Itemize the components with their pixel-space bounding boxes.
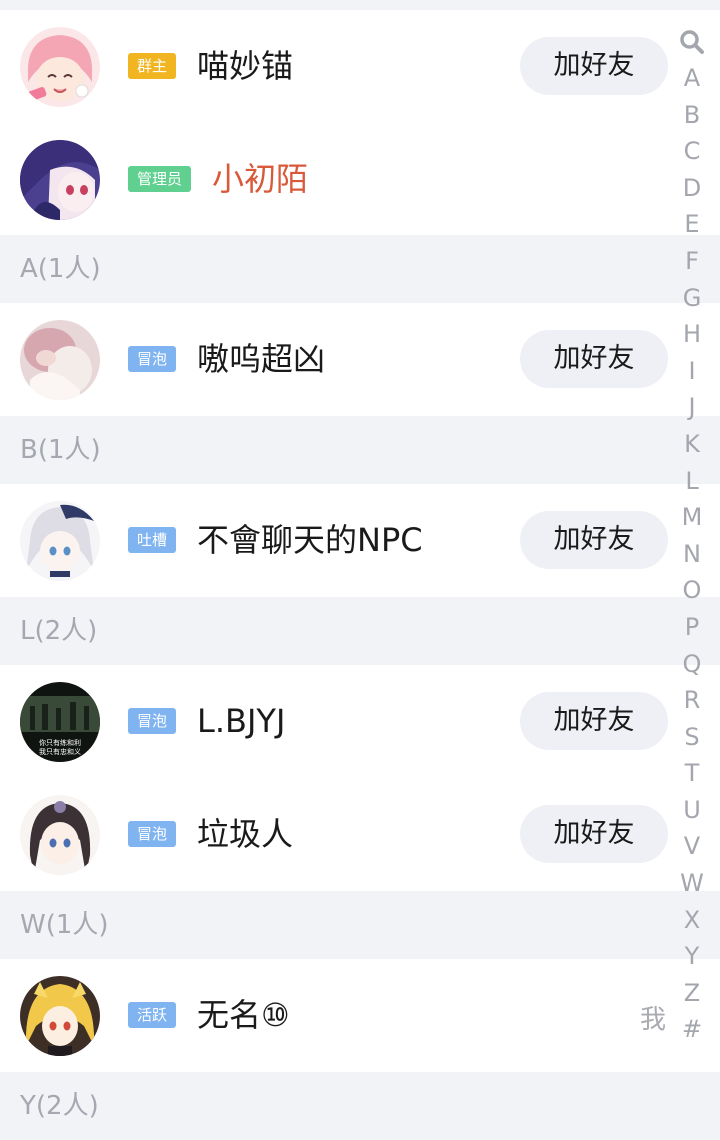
index-letter[interactable]: S — [672, 719, 712, 756]
member-name: 小初陌 — [212, 160, 309, 198]
index-letter[interactable]: B — [672, 97, 712, 134]
role-badge: 活跃 — [128, 1002, 177, 1028]
add-friend-button[interactable]: 加好友 — [520, 805, 668, 863]
section-header: L(2人) — [0, 597, 720, 665]
index-letter[interactable]: N — [672, 536, 712, 573]
index-letter[interactable]: E — [672, 206, 712, 243]
section-header: W(1人) — [0, 891, 720, 959]
avatar[interactable] — [20, 140, 100, 220]
index-letter[interactable]: A — [672, 60, 712, 97]
member-name: 垃圾人 — [197, 815, 294, 853]
index-letter[interactable]: R — [672, 682, 712, 719]
section-header: A(1人) — [0, 235, 720, 303]
search-icon[interactable] — [672, 24, 712, 60]
index-letter[interactable]: # — [672, 1011, 712, 1048]
role-badge: 冒泡 — [128, 708, 177, 734]
index-letter[interactable]: J — [672, 389, 712, 426]
avatar[interactable] — [20, 795, 100, 875]
avatar[interactable]: 你只有练和利 我只有忠和义 — [20, 682, 100, 762]
member-row[interactable]: 群主 喵妙锚 加好友 — [0, 10, 720, 123]
member-row[interactable]: 吐槽 不會聊天的NPC 加好友 — [0, 484, 720, 597]
index-letter[interactable]: C — [672, 133, 712, 170]
member-name: 不會聊天的NPC — [197, 521, 423, 559]
member-row[interactable]: 冒泡 嗷呜超凶 加好友 — [0, 303, 720, 416]
section-header: B(1人) — [0, 416, 720, 484]
index-letter[interactable]: U — [672, 792, 712, 829]
section-header: Y(2人) — [0, 1072, 720, 1140]
avatar-caption: 我只有忠和义 — [39, 747, 81, 756]
member-name: 喵妙锚 — [197, 47, 294, 85]
member-row[interactable]: 你只有练和利 我只有忠和义 冒泡 L.BJYJ 加好友 — [0, 665, 720, 778]
role-badge: 冒泡 — [128, 346, 177, 372]
index-letter[interactable]: M — [672, 499, 712, 536]
role-badge: 吐槽 — [128, 527, 177, 553]
index-letter[interactable]: X — [672, 902, 712, 939]
index-letter[interactable]: Q — [672, 646, 712, 683]
index-letter[interactable]: H — [672, 316, 712, 353]
index-letter[interactable]: G — [672, 280, 712, 317]
member-row[interactable]: 管理员 小初陌 — [0, 123, 720, 235]
role-badge: 群主 — [128, 53, 177, 79]
add-friend-button[interactable]: 加好友 — [520, 511, 668, 569]
index-letter[interactable]: T — [672, 755, 712, 792]
index-letter[interactable]: L — [672, 463, 712, 500]
avatar[interactable] — [20, 976, 100, 1056]
index-letter[interactable]: W — [672, 865, 712, 902]
alphabet-index[interactable]: A B C D E F G H I J K L M N O P Q R S T U V W X Y Z # — [672, 24, 712, 1048]
avatar[interactable] — [20, 320, 100, 400]
index-letter[interactable]: Y — [672, 938, 712, 975]
index-letter[interactable]: Z — [672, 975, 712, 1012]
role-badge: 冒泡 — [128, 821, 177, 847]
member-name: 无名⑩ — [197, 996, 290, 1034]
index-letter[interactable]: I — [672, 353, 712, 390]
member-name: L.BJYJ — [197, 702, 286, 740]
index-letter[interactable]: K — [672, 426, 712, 463]
index-letter[interactable]: P — [672, 609, 712, 646]
add-friend-button[interactable]: 加好友 — [520, 692, 668, 750]
member-row[interactable]: 冒泡 垃圾人 加好友 — [0, 778, 720, 891]
add-friend-button[interactable]: 加好友 — [520, 37, 668, 95]
member-list: 群主 喵妙锚 加好友 管理员 小初陌 A(1人) 冒泡 嗷呜超凶 加好友 B(1… — [0, 0, 720, 1140]
avatar[interactable] — [20, 27, 100, 107]
index-letter[interactable]: D — [672, 170, 712, 207]
avatar[interactable] — [20, 501, 100, 581]
index-letter[interactable]: F — [672, 243, 712, 280]
member-name: 嗷呜超凶 — [197, 340, 326, 378]
self-label: 我 — [640, 1005, 667, 1035]
index-letter[interactable]: O — [672, 572, 712, 609]
top-divider — [0, 0, 720, 10]
role-badge: 管理员 — [128, 166, 192, 192]
add-friend-button[interactable]: 加好友 — [520, 330, 668, 388]
member-row[interactable]: 活跃 无名⑩ 我 — [0, 959, 720, 1072]
index-letter[interactable]: V — [672, 828, 712, 865]
avatar-caption: 你只有练和利 — [39, 738, 81, 747]
